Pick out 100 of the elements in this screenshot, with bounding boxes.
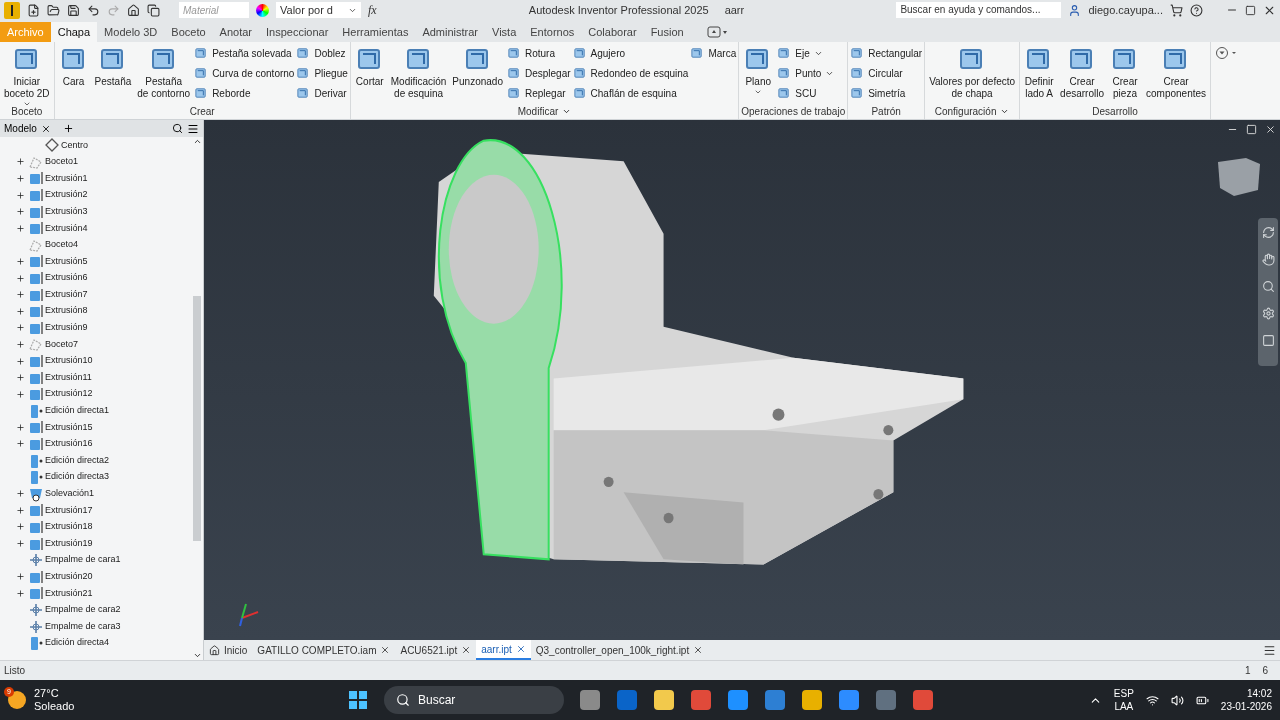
tree-item[interactable]: Solevación1 [0,485,191,503]
ribbon-button[interactable]: Curva de contorno [194,64,295,82]
tree-item[interactable]: Boceto1 [0,153,191,171]
tree-item[interactable]: Extrusión10 [0,352,191,370]
taskbar-app-icon[interactable] [839,690,859,710]
tree-item[interactable]: Extrusión12 [0,385,191,403]
view-cube-icon[interactable] [1216,156,1262,198]
expand-icon[interactable] [16,273,25,283]
copy-icon[interactable] [147,3,160,17]
menu-icon[interactable] [1263,643,1276,657]
expand-icon[interactable] [16,356,25,366]
ribbon-button[interactable]: Rotura [506,44,571,62]
document-tab[interactable]: ACU6521.ipt [395,640,477,660]
tree-item[interactable]: Extrusión6 [0,269,191,287]
ribbon-tab[interactable]: Boceto [164,22,213,42]
tree-item[interactable]: Empalme de cara1 [0,551,191,569]
ribbon-button[interactable]: Desplegar [506,64,571,82]
material-field[interactable]: Material [179,2,249,18]
ribbon-button[interactable]: Cortar [352,44,387,88]
ribbon-tab[interactable]: Modelo 3D [97,22,165,42]
wifi-icon[interactable] [1145,693,1159,707]
language-indicator[interactable]: ESP [1113,687,1134,700]
tree-item[interactable]: Edición directa4 [0,634,191,652]
document-tab[interactable]: aarr.ipt [476,640,531,660]
cart-icon[interactable] [1170,3,1183,17]
ribbon-button[interactable]: Pestaña solevada [194,44,295,62]
clock-time[interactable]: 14:02 [1246,687,1272,700]
expand-icon[interactable] [16,522,25,532]
scroll-up-icon[interactable] [192,137,202,146]
ribbon-button[interactable]: Reborde [194,84,295,102]
expand-icon[interactable] [16,323,25,333]
tree-item[interactable]: Extrusión11 [0,369,191,386]
expand-icon[interactable] [16,223,25,233]
ribbon-button[interactable]: Punzonado [450,44,505,88]
caret-icon[interactable] [562,107,572,116]
expand-icon[interactable] [16,422,25,432]
expand-icon[interactable] [16,290,25,300]
taskbar-app-icon[interactable] [580,690,600,710]
ribbon-button[interactable]: Plano [741,44,776,96]
ribbon-button[interactable]: Crear desarrollo [1058,44,1107,100]
expand-icon[interactable] [16,539,25,549]
ribbon-button[interactable]: Pestaña [92,44,134,88]
close-icon[interactable] [40,123,51,134]
expand-icon[interactable] [16,572,25,582]
volume-icon[interactable] [1170,693,1184,707]
ribbon-button[interactable]: Simetría [850,84,923,102]
tree-item[interactable]: Centro [0,137,191,154]
ribbon-button[interactable]: Circular [850,64,923,82]
taskbar-app-icon[interactable] [654,690,674,710]
clock-date[interactable]: 23-01-2026 [1220,700,1272,713]
taskbar-app-icon[interactable] [691,690,711,710]
ribbon-button[interactable]: Crear pieza [1108,44,1143,100]
browser-tab[interactable]: Modelo [4,121,37,136]
appearance-field[interactable]: Valor por d [276,2,361,18]
tree-item[interactable]: Extrusión15 [0,419,191,436]
tree-item[interactable]: Extrusión4 [0,219,191,237]
pan-icon[interactable] [1261,253,1275,266]
view-face-icon[interactable] [1261,334,1275,347]
close-icon[interactable] [693,645,704,655]
ribbon-button[interactable]: Eje [777,44,835,62]
ribbon-button[interactable]: Pestaña de contorno [135,44,193,100]
document-tab[interactable]: Q3_controller_open_100k_right.ipt [530,640,709,660]
help-search-field[interactable]: Buscar en ayuda y comandos... [896,2,1062,18]
ribbon-button[interactable]: Valores por defecto de chapa [927,44,1018,100]
home-icon[interactable] [127,3,140,17]
ribbon-tab[interactable]: Colaborar [581,22,644,42]
tree-item[interactable]: Extrusión3 [0,203,191,220]
expand-icon[interactable] [16,190,25,200]
color-wheel-icon[interactable] [256,3,269,17]
taskbar-app-icon[interactable] [765,690,785,710]
tree-item[interactable]: Extrusión5 [0,253,191,270]
ribbon-tab[interactable]: Administrar [415,22,485,42]
ribbon-button[interactable]: Cara [56,44,91,88]
tree-item[interactable]: Extrusión21 [0,585,191,602]
ribbon-button[interactable]: Replegar [506,84,571,102]
ribbon-button[interactable]: Pliegue [296,64,348,82]
tree-item[interactable]: Extrusión19 [0,535,191,552]
ribbon-button[interactable]: Rectangular [850,44,923,62]
undo-icon[interactable] [87,3,100,17]
ribbon-button[interactable]: Chaflán de esquina [572,84,689,102]
user-name[interactable]: diego.cayupa... [1088,1,1163,19]
expand-icon[interactable] [16,174,25,183]
document-tab[interactable]: GATILLO COMPLETO.iam [252,640,396,660]
open-folder-icon[interactable] [47,3,60,17]
taskbar-search[interactable]: Buscar [384,686,564,714]
tree-item[interactable]: Empalme de cara3 [0,618,191,635]
ribbon-tab[interactable]: Vista [485,22,524,42]
scrollbar-thumb[interactable] [193,296,201,541]
tree-item[interactable]: Extrusión7 [0,286,191,303]
taskbar-app-icon[interactable] [913,690,933,710]
expand-icon[interactable] [16,389,25,399]
ribbon-button[interactable]: Derivar [296,84,348,102]
close-icon[interactable] [461,645,472,655]
tree-item[interactable]: Extrusión16 [0,435,191,453]
add-icon[interactable] [62,123,74,134]
ribbon-button[interactable]: Doblez [296,44,348,62]
look-icon[interactable] [1261,307,1275,320]
close-icon[interactable] [1265,124,1276,135]
ribbon-tab[interactable]: Herramientas [335,22,416,42]
ribbon-button[interactable]: Redondeo de esquina [572,64,689,82]
